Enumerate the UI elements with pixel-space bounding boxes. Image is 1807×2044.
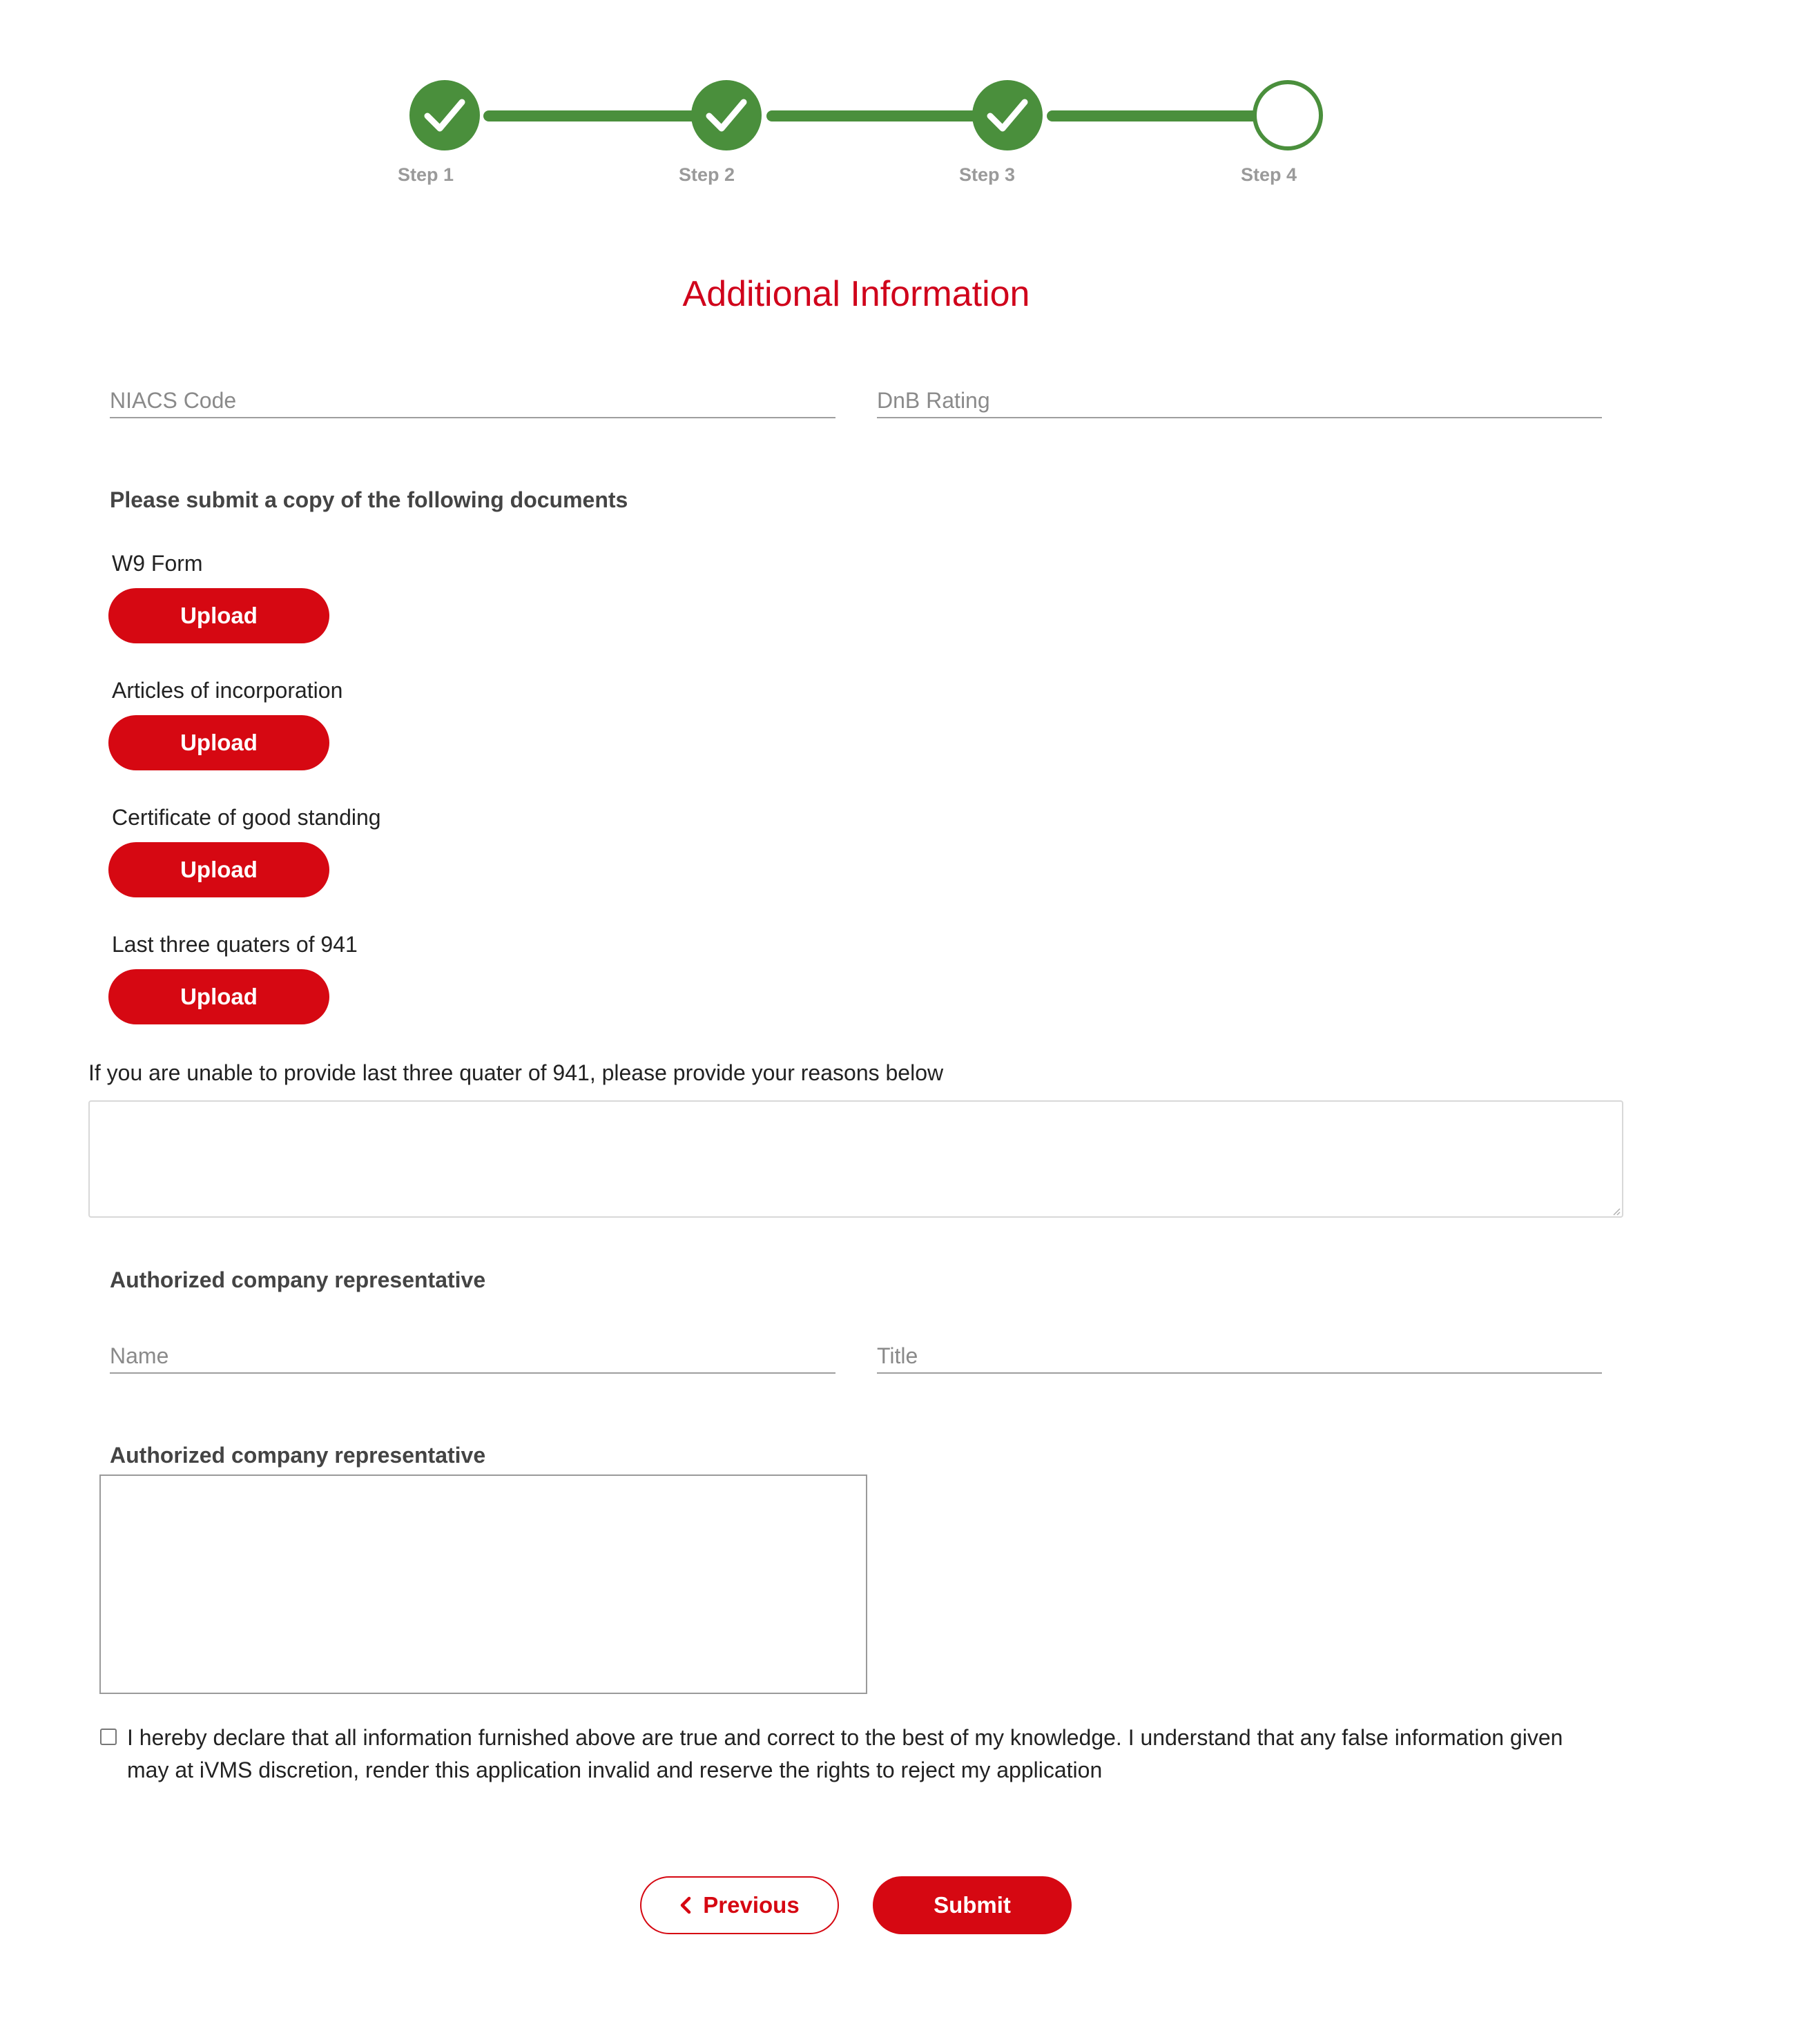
certificate-of-good-standing-upload-button[interactable]: Upload [108, 842, 329, 897]
progress-stepper: Step 1 Step 2 Step 3 Step 4 [0, 0, 1807, 207]
step-connector-3-4 [1047, 110, 1262, 121]
signature-heading: Authorized company representative [110, 1443, 486, 1468]
submit-button[interactable]: Submit [873, 1876, 1072, 1934]
documents-heading: Please submit a copy of the following do… [110, 487, 628, 512]
signature-pad[interactable] [99, 1474, 867, 1694]
w9-form-label: W9 Form [112, 551, 203, 576]
representative-name-input[interactable] [110, 1339, 835, 1374]
step-4-label: Step 4 [1241, 164, 1297, 185]
last-three-quarters-941-label: Last three quaters of 941 [112, 932, 358, 957]
checkmark-icon [706, 99, 747, 132]
step-connector-1-2 [483, 110, 699, 121]
representative-heading: Authorized company representative [110, 1267, 486, 1292]
previous-button-label: Previous [703, 1892, 800, 1918]
step-connector-2-3 [766, 110, 982, 121]
checkmark-icon [987, 99, 1028, 132]
last-three-quarters-941-upload-button[interactable]: Upload [108, 969, 329, 1024]
articles-of-incorporation-label: Articles of incorporation [112, 678, 343, 703]
step-3-indicator [972, 80, 1043, 150]
representative-title-input[interactable] [877, 1339, 1602, 1374]
step-1-indicator [409, 80, 480, 150]
dnb-rating-input[interactable] [877, 384, 1602, 418]
step-4-indicator [1253, 80, 1323, 150]
reason-textarea[interactable] [88, 1100, 1623, 1218]
reason-label: If you are unable to provide last three … [88, 1060, 944, 1085]
w9-form-upload-button[interactable]: Upload [108, 588, 329, 643]
certificate-of-good-standing-label: Certificate of good standing [112, 805, 381, 830]
checkmark-icon [424, 99, 465, 132]
previous-button[interactable]: Previous [640, 1876, 839, 1934]
step-1-label: Step 1 [398, 164, 454, 185]
niacs-code-input[interactable] [110, 384, 835, 418]
step-2-indicator [691, 80, 762, 150]
articles-of-incorporation-upload-button[interactable]: Upload [108, 715, 329, 770]
resize-handle-icon[interactable] [1612, 1207, 1621, 1216]
page-title: Additional Information [682, 274, 1030, 314]
chevron-left-icon [681, 1896, 691, 1914]
declaration-text: I hereby declare that all information fu… [127, 1725, 1563, 1782]
step-2-label: Step 2 [679, 164, 735, 185]
step-3-label: Step 3 [959, 164, 1016, 185]
declaration-checkbox[interactable] [100, 1729, 117, 1745]
